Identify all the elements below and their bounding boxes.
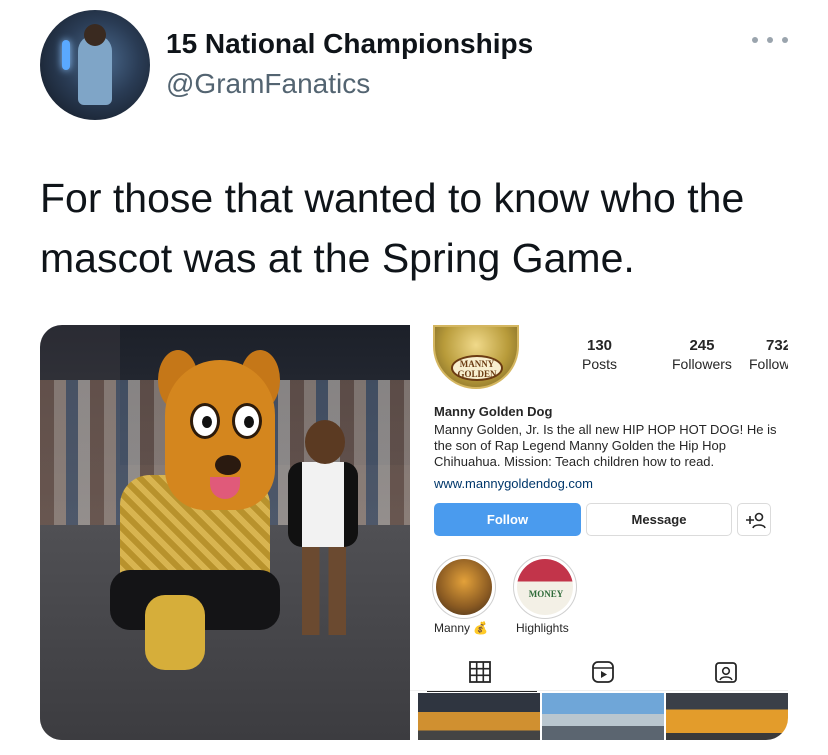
instagram-profile-screenshot[interactable]: MANNY GOLDEN 130 Posts 245 Followers 732… [410, 325, 788, 740]
author-avatar[interactable] [40, 10, 150, 120]
ig-avatar-badge: MANNY GOLDEN [451, 355, 503, 381]
ig-highlight-highlights-label: Highlights [516, 621, 569, 635]
more-icon[interactable] [752, 30, 788, 50]
ig-stat-following: 732 Following [749, 337, 788, 372]
mascot-nose [215, 455, 241, 475]
ig-stat-following-label: Following [749, 356, 788, 372]
ig-post-thumbnail[interactable] [666, 693, 788, 740]
tagged-icon[interactable] [713, 659, 739, 685]
ig-stat-posts-label: Posts [582, 356, 618, 372]
child-head [305, 420, 345, 464]
add-person-icon[interactable] [737, 503, 771, 536]
author-display-name[interactable]: 15 National Championships [166, 28, 533, 60]
ig-stat-followers-label: Followers [672, 356, 732, 372]
ig-highlight-money-badge: MONEY [528, 589, 564, 599]
ig-highlight-manny-image [436, 559, 492, 615]
ig-profile-name: Manny Golden Dog [434, 404, 553, 419]
child-body [288, 462, 358, 547]
ig-stat-followers: 245 Followers [672, 337, 732, 372]
ig-stat-followers-value: 245 [689, 337, 715, 354]
ig-post-thumbnail[interactable] [418, 693, 540, 740]
mascot-photo[interactable] [40, 325, 410, 740]
reels-icon[interactable] [590, 659, 616, 685]
avatar-light [62, 40, 70, 70]
ig-stat-following-value: 732 [766, 337, 788, 354]
ig-follow-button[interactable]: Follow [434, 503, 581, 536]
ig-highlight-manny-label: Manny 💰 [434, 621, 489, 635]
tweet-media[interactable]: MANNY GOLDEN 130 Posts 245 Followers 732… [40, 325, 788, 740]
mascot-eye-left [190, 403, 220, 439]
ig-profile-tabs [410, 653, 788, 692]
ig-highlight-highlights-image: MONEY [517, 559, 573, 615]
ig-profile-bio: Manny Golden, Jr. Is the all new HIP HOP… [434, 422, 777, 469]
ig-stat-posts: 130 Posts [582, 337, 617, 372]
ig-message-button[interactable]: Message [586, 503, 732, 536]
author-handle[interactable]: @GramFanatics [166, 68, 370, 100]
grid-icon[interactable] [427, 659, 537, 692]
mascot-glove [145, 595, 205, 670]
mascot-eye-right [232, 403, 262, 439]
tweet-text: For those that wanted to know who the ma… [40, 175, 745, 281]
ig-profile-link[interactable]: www.mannygoldendog.com [434, 476, 593, 491]
child-legs [302, 545, 346, 635]
avatar-head [84, 24, 106, 46]
ig-highlight-highlights[interactable]: MONEY [513, 555, 577, 619]
ig-highlight-manny[interactable] [432, 555, 496, 619]
ig-post-thumbnail[interactable] [542, 693, 664, 740]
ig-stat-posts-value: 130 [586, 337, 613, 354]
ig-profile-avatar: MANNY GOLDEN [433, 325, 519, 389]
